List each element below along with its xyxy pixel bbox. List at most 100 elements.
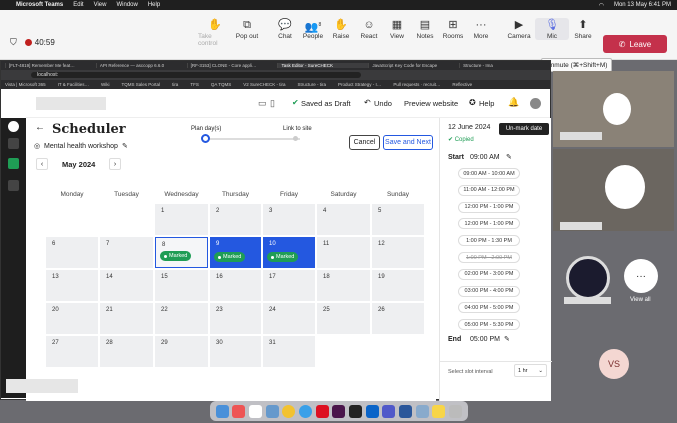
bookmark[interactable]: tira [172, 82, 178, 87]
outlook-icon[interactable] [365, 404, 379, 418]
calendar-day-cell[interactable]: 14 [100, 270, 153, 301]
notes-icon[interactable] [432, 404, 446, 418]
help-icon[interactable]: ✪ [469, 98, 476, 107]
calendar-day-cell[interactable]: 8 Marked [155, 237, 208, 268]
browser-tab[interactable]: Structure - Ima [459, 63, 550, 68]
calendar-day-cell[interactable]: 28 [100, 336, 153, 367]
calendar-day-cell[interactable]: 4 [317, 204, 370, 235]
undo-icon[interactable]: ↶ [364, 98, 371, 107]
calendar-day-cell[interactable]: 12 [372, 237, 424, 268]
calendar-day-cell[interactable]: 16 [210, 270, 261, 301]
mic-button[interactable]: 🎙 Mic [535, 18, 569, 40]
cancel-button[interactable]: Cancel [349, 135, 380, 150]
time-slot[interactable]: 1:00 PM - 1:30 PM [458, 235, 520, 247]
layout-icon[interactable] [8, 180, 19, 191]
finder-icon[interactable] [215, 404, 229, 418]
calendar-day-cell[interactable]: 26 [372, 303, 424, 334]
wifi-icon[interactable]: ◠ [599, 2, 604, 9]
more-button[interactable]: ··· More [464, 18, 498, 40]
time-slot[interactable]: 12:00 PM - 1:00 PM [458, 218, 520, 230]
safari-icon[interactable] [299, 404, 313, 418]
save-next-button[interactable]: Save and Next [383, 135, 433, 150]
calendar-day-cell[interactable]: 3 [263, 204, 315, 235]
calendar-day-cell[interactable]: 21 [100, 303, 153, 334]
clock[interactable]: Mon 13 May 6:41 PM [614, 2, 671, 9]
chrome-icon[interactable] [282, 404, 296, 418]
calendar-day-cell[interactable]: 5 [372, 204, 424, 235]
bookmark[interactable]: IT & Facilities… [58, 82, 89, 87]
calendar-day-cell[interactable]: 11 [317, 237, 370, 268]
browser-tab[interactable]: API Reference — asccopp 6.6.0 [95, 63, 187, 68]
time-slot[interactable]: 12:00 PM - 1:00 PM [458, 201, 520, 213]
browser-tab[interactable]: [RF-3153] CLONE - Core appli… [186, 63, 278, 68]
prev-month-button[interactable]: ‹ [36, 158, 48, 170]
browser-tab[interactable]: JavaScript Key Code for Escape [368, 63, 459, 68]
calendar-day-cell[interactable]: 29 [155, 336, 208, 367]
time-slot[interactable]: 1:00 PM - 2:00 PM [458, 252, 520, 263]
month-selector[interactable]: May 2024 [62, 160, 95, 169]
app-icon[interactable] [265, 404, 279, 418]
bookmark[interactable]: V2 SureCHECK - tira [243, 82, 285, 87]
menu-view[interactable]: View [94, 2, 107, 8]
participant-video-2[interactable] [553, 149, 674, 231]
view-all-button[interactable]: ··· [624, 259, 658, 293]
grid-icon[interactable] [8, 138, 19, 149]
launchpad-icon[interactable] [232, 404, 246, 418]
calendar-day-cell[interactable]: 2 [210, 204, 261, 235]
interval-select[interactable]: 1 hr ⌄ [514, 364, 547, 377]
calendar-day-cell[interactable]: 25 [317, 303, 370, 334]
preview-website-button[interactable]: Preview website [404, 99, 458, 108]
calendar-day-cell[interactable]: 27 [46, 336, 98, 367]
app-name[interactable]: Microsoft Teams [16, 2, 63, 8]
word-icon[interactable] [399, 404, 413, 418]
back-arrow-icon[interactable]: ← [35, 122, 45, 133]
browser-tab[interactable]: [FLT-4819] Remember Me feat… [5, 63, 96, 68]
time-slot[interactable]: 02:00 PM - 3:00 PM [458, 268, 520, 280]
bookmark[interactable]: TQMS Sales Portal [122, 82, 161, 87]
calendar-day-cell[interactable]: 31 [263, 336, 315, 367]
bookmark[interactable]: QA TQMS [211, 82, 231, 87]
info-icon[interactable] [8, 121, 19, 132]
next-month-button[interactable]: › [109, 158, 121, 170]
trash-icon[interactable] [449, 404, 463, 418]
bookmark[interactable]: Pull requests · recruit… [393, 82, 440, 87]
slack-icon[interactable] [332, 404, 346, 418]
bookmark[interactable]: TFS [190, 82, 199, 87]
calendar-check-icon[interactable] [8, 158, 19, 169]
time-slot[interactable]: 03:00 PM - 4:00 PM [458, 285, 520, 297]
bookmark[interactable]: Wiki [101, 82, 110, 87]
calendar-day-cell[interactable]: 13 [46, 270, 98, 301]
calendar-day-cell[interactable]: 22 [155, 303, 208, 334]
browser-tab[interactable]: Task Editor - SureCHECK [277, 63, 369, 68]
monitor-icon[interactable]: ▭ [258, 98, 267, 109]
preview-icon[interactable] [415, 404, 429, 418]
bookmark[interactable]: Vista | Microsoft 365 [5, 82, 46, 87]
share-button[interactable]: ⬆ Share [566, 18, 600, 40]
end-time-input[interactable]: 05:00 PM [470, 336, 500, 343]
camera-button[interactable]: ▶︎ Camera [502, 18, 536, 40]
calendar-day-cell[interactable]: 23 [210, 303, 261, 334]
menu-window[interactable]: Window [116, 2, 137, 8]
calendar-day-cell[interactable]: 20 [46, 303, 98, 334]
time-slot[interactable]: 09:00 AM - 10:00 AM [458, 168, 520, 179]
step1-dot[interactable] [201, 134, 210, 143]
calendar-day-cell[interactable]: 9 Marked [210, 237, 261, 268]
menu-help[interactable]: Help [148, 2, 160, 8]
acrobat-icon[interactable] [315, 404, 329, 418]
bookmark[interactable]: Product Strategy - I… [338, 82, 381, 87]
unmark-date-button[interactable]: Un-mark date [499, 123, 549, 135]
calendar-icon[interactable] [249, 404, 263, 418]
edit-icon[interactable]: ✎ [122, 142, 128, 150]
calendar-day-cell[interactable]: 1 [155, 204, 208, 235]
bell-icon[interactable]: 🔔 [508, 97, 519, 108]
edit-icon[interactable]: ✎ [504, 335, 510, 343]
calendar-day-cell[interactable]: 18 [317, 270, 370, 301]
calendar-day-cell[interactable]: 15 [155, 270, 208, 301]
calendar-day-cell[interactable]: 19 [372, 270, 424, 301]
self-avatar[interactable]: VS [599, 349, 629, 379]
url-input[interactable]: localhost: [31, 72, 361, 78]
calendar-day-cell[interactable]: 6 [46, 237, 98, 268]
participant-avatar[interactable] [566, 256, 610, 300]
participant-video-1[interactable] [553, 71, 674, 147]
bookmark[interactable]: Reflective [452, 82, 472, 87]
